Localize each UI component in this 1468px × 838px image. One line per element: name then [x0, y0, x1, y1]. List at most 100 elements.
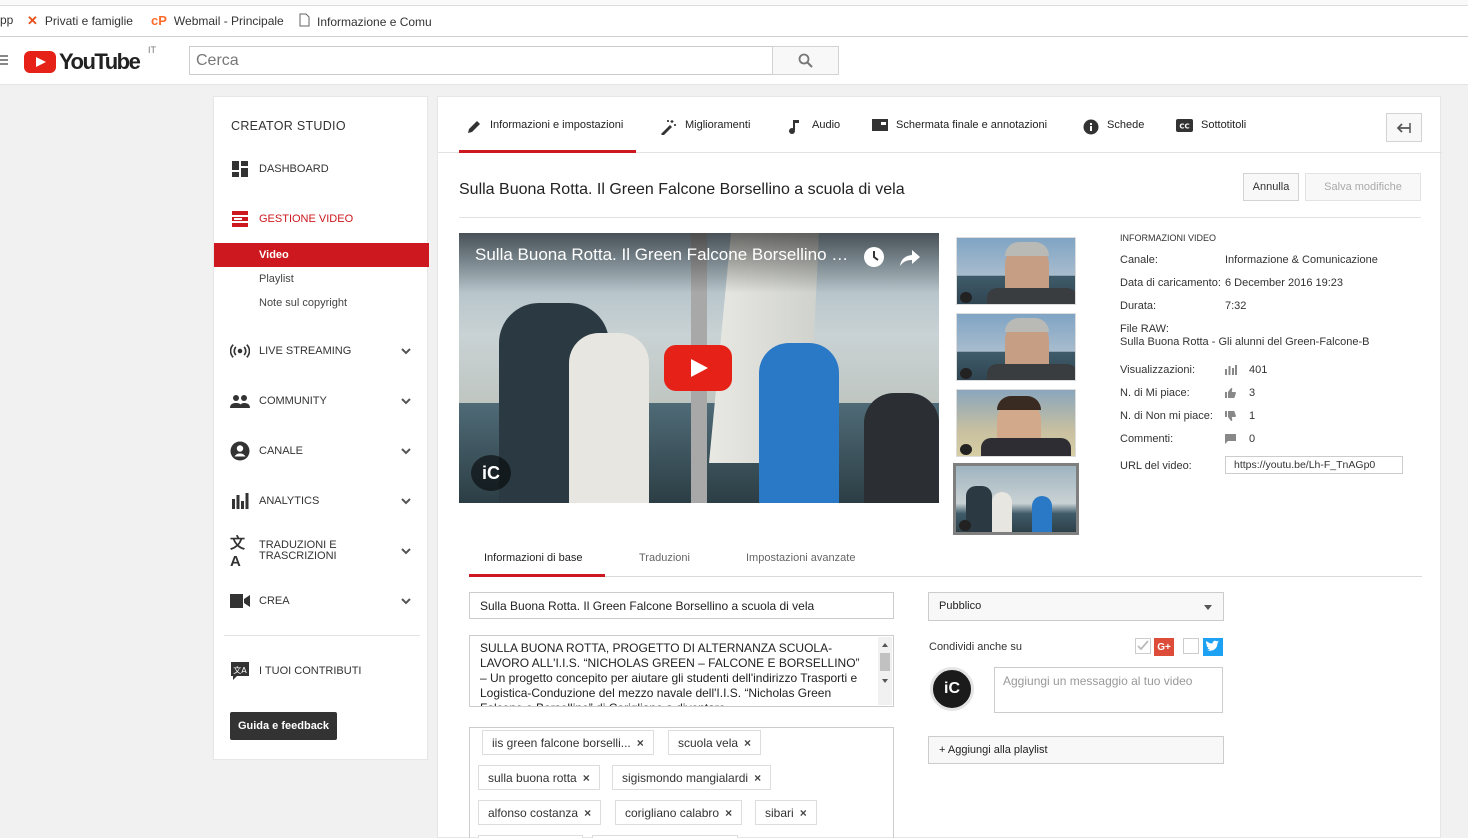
scene-person [759, 343, 839, 503]
sidebar-sub-video[interactable]: Video [214, 243, 429, 267]
player-title[interactable]: Sulla Buona Rotta. Il Green Falcone Bors… [475, 245, 855, 265]
camera-icon [230, 591, 250, 611]
thumbnail-option-2[interactable] [956, 313, 1076, 381]
bar-chart-icon [230, 491, 250, 511]
scroll-down-icon[interactable] [878, 675, 892, 687]
live-icon [230, 341, 250, 361]
tab-impostazioni-avanzate[interactable]: Impostazioni avanzate [746, 552, 855, 577]
tab-schede[interactable]: Schede [1083, 119, 1144, 153]
sidebar-item-live-streaming[interactable]: LIVE STREAMING [214, 336, 427, 366]
menu-icon[interactable] [0, 55, 8, 65]
chevron-down-icon[interactable] [400, 345, 412, 357]
video-url-field[interactable]: https://youtu.be/Lh-F_TnAGp0 [1225, 456, 1403, 474]
comment-icon [1225, 434, 1236, 444]
tags-field[interactable]: iis green falcone borselli... × scuola ve… [469, 727, 894, 838]
sidebar-item-canale[interactable]: CANALE [214, 436, 427, 466]
scroll-up-icon[interactable] [878, 639, 892, 651]
bookmark-informazione[interactable]: Informazione e Comu [299, 13, 432, 30]
detail-tabs: Informazioni di base Traduzioni Impostaz… [469, 540, 1422, 577]
people-icon [230, 391, 250, 411]
remove-tag-icon[interactable]: × [800, 806, 807, 820]
bookmark-privati[interactable]: ✕ Privati e famiglie [27, 13, 133, 29]
tab-informazioni-base[interactable]: Informazioni di base [469, 552, 605, 577]
thumb-body [981, 438, 1071, 456]
info-likes: N. di Mi piace: 3 [1120, 387, 1256, 399]
header-divider [459, 217, 1421, 218]
bookmark-webmail[interactable]: cP Webmail - Principale [151, 13, 284, 28]
sidebar-item-crea[interactable]: CREA [214, 586, 427, 616]
bookmarks-bar: pp ✕ Privati e famiglie cP Webmail - Pri… [0, 0, 1468, 37]
remove-tag-icon[interactable]: × [725, 806, 732, 820]
sidebar-sub-playlist[interactable]: Playlist [214, 267, 429, 291]
sidebar-item-dashboard[interactable]: DASHBOARD [214, 154, 427, 184]
channel-avatar: iC [930, 667, 974, 711]
description-scrollbar[interactable] [878, 637, 892, 705]
search-input[interactable]: Cerca [189, 46, 773, 75]
thumb-logo-icon [960, 444, 972, 455]
tab-schermata-finale[interactable]: Schermata finale e annotazioni [872, 119, 1047, 153]
gplus-checkbox[interactable] [1135, 638, 1151, 654]
cancel-button[interactable]: Annulla [1243, 173, 1299, 201]
remove-tag-icon[interactable]: × [584, 806, 591, 820]
video-player[interactable]: Sulla Buona Rotta. Il Green Falcone Bors… [459, 233, 939, 503]
tab-miglioramenti[interactable]: Miglioramenti [660, 119, 750, 153]
chevron-down-icon[interactable] [400, 595, 412, 607]
thumb-body [987, 288, 1075, 304]
tag-chip: scuola vela × [668, 730, 762, 755]
watch-later-icon[interactable] [863, 246, 885, 268]
info-duration: Durata: 7:32 [1120, 300, 1247, 312]
save-changes-button[interactable]: Salva modifiche [1305, 173, 1421, 201]
info-upload-date: Data di caricamento: 6 December 2016 19:… [1120, 277, 1344, 289]
chevron-down-icon[interactable] [400, 495, 412, 507]
tab-audio[interactable]: Audio [788, 119, 840, 153]
cpanel-icon: cP [151, 13, 167, 28]
remove-tag-icon[interactable]: × [744, 736, 751, 750]
bookmark-apps[interactable]: pp [0, 13, 13, 27]
thumbnail-option-4-selected[interactable] [953, 463, 1079, 535]
tab-traduzioni[interactable]: Traduzioni [639, 552, 690, 577]
translate-icon: 文A [230, 535, 246, 570]
remove-tag-icon[interactable]: × [583, 771, 590, 785]
chevron-down-icon[interactable] [400, 545, 412, 557]
privacy-select[interactable]: Pubblico [928, 592, 1224, 621]
add-to-playlist-button[interactable]: + Aggiungi alla playlist [928, 736, 1224, 764]
sidebar-item-gestione-video[interactable]: GESTIONE VIDEO [214, 204, 427, 234]
chevron-down-icon[interactable] [400, 395, 412, 407]
sidebar-item-community[interactable]: COMMUNITY [214, 386, 427, 416]
sidebar-item-traduzioni[interactable]: 文A TRADUZIONI E TRASCRIZIONI [214, 535, 427, 570]
sidebar-item-contributi[interactable]: 文A I TUOI CONTRIBUTI [214, 656, 427, 686]
info-comments: Commenti: 0 [1120, 433, 1256, 445]
music-note-icon [788, 119, 800, 135]
thumbnail-option-1[interactable] [956, 237, 1076, 305]
twitter-checkbox[interactable] [1183, 638, 1199, 654]
share-message-input[interactable]: Aggiungi un messaggio al tuo video [994, 667, 1223, 713]
description-field[interactable]: SULLA BUONA ROTTA, PROGETTO DI ALTERNANZ… [469, 635, 894, 707]
youtube-logo[interactable]: YouTube IT [24, 45, 156, 75]
tab-sottotitoli[interactable]: CC Sottotitoli [1176, 119, 1246, 153]
chevron-down-icon[interactable] [400, 445, 412, 457]
country-code: IT [148, 45, 156, 55]
thumb-body [987, 364, 1075, 380]
title-field[interactable]: Sulla Buona Rotta. Il Green Falcone Bors… [469, 592, 894, 619]
share-icon[interactable] [899, 246, 921, 268]
search-icon [798, 53, 813, 68]
play-button[interactable] [664, 345, 732, 391]
thumb-logo-icon [960, 368, 972, 379]
back-button[interactable] [1386, 113, 1422, 142]
sidebar-item-analytics[interactable]: ANALYTICS [214, 486, 427, 516]
thumbnail-option-3[interactable] [956, 389, 1076, 457]
info-views: Visualizzazioni: 401 [1120, 364, 1268, 376]
svg-text:文A: 文A [233, 665, 247, 675]
thumb-logo-icon [959, 520, 971, 531]
scrollbar-thumb[interactable] [880, 653, 890, 671]
remove-tag-icon[interactable]: × [637, 736, 644, 750]
thumbs-down-icon [1225, 411, 1236, 421]
info-heading: INFORMAZIONI VIDEO [1120, 233, 1217, 243]
thumb-hair [997, 396, 1041, 410]
search-button[interactable] [772, 46, 839, 75]
views-bar-icon [1225, 365, 1237, 375]
remove-tag-icon[interactable]: × [754, 771, 761, 785]
tab-info-settings[interactable]: Informazioni e impostazioni [459, 119, 636, 153]
help-feedback-button[interactable]: Guida e feedback [230, 712, 337, 740]
sidebar-sub-copyright[interactable]: Note sul copyright [214, 291, 429, 315]
